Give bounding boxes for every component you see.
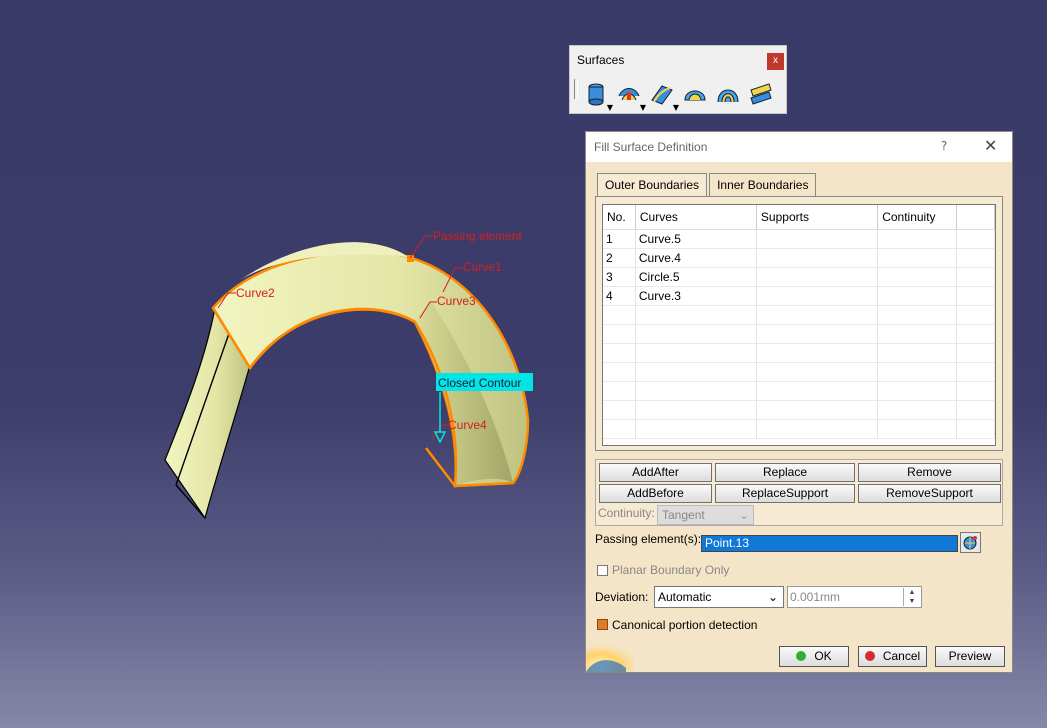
contour-marker-arrow bbox=[433, 431, 447, 444]
multi-section-surface-icon[interactable] bbox=[714, 80, 742, 108]
cancel-button[interactable]: Cancel bbox=[858, 646, 927, 667]
row-continuity bbox=[877, 286, 957, 306]
boundaries-table[interactable]: No. Curves Supports Continuity 1 Curve.5 bbox=[602, 204, 996, 446]
continuity-value: Tangent bbox=[662, 508, 705, 522]
ok-status-icon bbox=[796, 651, 807, 661]
boundary-tabs: Outer Boundaries Inner Boundaries bbox=[597, 173, 818, 197]
row-continuity bbox=[877, 248, 957, 268]
curve4-label: Curve4 bbox=[448, 418, 487, 432]
closed-contour-label: Closed Contour bbox=[438, 376, 521, 390]
tolerance-field: 0.001mm ▲ ▼ bbox=[787, 586, 922, 608]
preview-button[interactable]: Preview bbox=[935, 646, 1005, 667]
passing-element-label: Passing element bbox=[433, 229, 522, 243]
replace-support-button[interactable]: ReplaceSupport bbox=[715, 484, 855, 503]
empty-row bbox=[603, 419, 995, 439]
toolbar-close-button[interactable]: x bbox=[767, 53, 784, 70]
col-header-supports[interactable]: Supports bbox=[756, 205, 879, 230]
planar-boundary-checkbox[interactable] bbox=[597, 565, 608, 576]
deviation-value: Automatic bbox=[658, 590, 712, 604]
continuity-label: Continuity: bbox=[598, 506, 655, 520]
empty-row bbox=[603, 343, 995, 363]
row-support bbox=[756, 286, 879, 306]
row-continuity bbox=[877, 267, 957, 287]
tab-outer-boundaries[interactable]: Outer Boundaries bbox=[597, 173, 708, 197]
close-icon[interactable]: ✕ bbox=[984, 136, 997, 155]
empty-row bbox=[603, 381, 995, 401]
add-before-button[interactable]: AddBefore bbox=[599, 484, 712, 503]
passing-element-label: Passing element(s): bbox=[595, 532, 702, 546]
blend-surface-icon[interactable] bbox=[747, 80, 775, 108]
chevron-down-icon: ⌄ bbox=[767, 590, 778, 604]
globe-point-icon bbox=[963, 536, 977, 550]
canonical-portion-checkbox[interactable] bbox=[597, 619, 608, 630]
col-header-continuity[interactable]: Continuity bbox=[877, 205, 957, 230]
row-support bbox=[756, 229, 879, 249]
row-curve: Curve.3 bbox=[635, 286, 757, 306]
ok-label: OK bbox=[814, 649, 832, 663]
table-row[interactable]: 4 Curve.3 bbox=[603, 286, 995, 306]
remove-support-button[interactable]: RemoveSupport bbox=[858, 484, 1001, 503]
row-curve: Circle.5 bbox=[635, 267, 757, 287]
boundary-actions-panel: AddAfter Replace Remove AddBefore Replac… bbox=[595, 459, 1003, 526]
help-button[interactable]: ? bbox=[941, 139, 947, 153]
col-header-curves[interactable]: Curves bbox=[635, 205, 757, 230]
toolbar-grip[interactable] bbox=[574, 79, 578, 99]
col-header-empty bbox=[956, 205, 995, 230]
fill-surface-dialog: Fill Surface Definition ? ✕ Outer Bounda… bbox=[585, 131, 1013, 673]
chevron-down-icon: ⌄ bbox=[738, 508, 749, 522]
row-no: 2 bbox=[603, 248, 636, 268]
col-header-no[interactable]: No. bbox=[603, 205, 636, 230]
curve1-label: Curve1 bbox=[463, 260, 502, 274]
tolerance-spinner: ▲ ▼ bbox=[903, 588, 920, 606]
passing-element-field[interactable]: Point.13 bbox=[701, 535, 958, 552]
empty-row bbox=[603, 362, 995, 382]
canonical-portion-label: Canonical portion detection bbox=[612, 618, 758, 632]
row-curve: Curve.4 bbox=[635, 248, 757, 268]
ok-button[interactable]: OK bbox=[779, 646, 849, 667]
continuity-select: Tangent ⌄ bbox=[657, 505, 754, 525]
deviation-label: Deviation: bbox=[595, 590, 649, 604]
cancel-label: Cancel bbox=[882, 649, 921, 663]
empty-row bbox=[603, 400, 995, 420]
fill-surface-icon[interactable] bbox=[681, 80, 709, 108]
sweep-surface-icon[interactable]: ▼ bbox=[648, 80, 679, 112]
row-no: 1 bbox=[603, 229, 636, 249]
empty-row bbox=[603, 324, 995, 344]
catia-logo-icon bbox=[586, 644, 634, 672]
add-after-button[interactable]: AddAfter bbox=[599, 463, 712, 482]
curve3-label: Curve3 bbox=[437, 294, 476, 308]
replace-button[interactable]: Replace bbox=[715, 463, 855, 482]
toolbar-title: Surfaces bbox=[577, 53, 625, 67]
planar-boundary-label: Planar Boundary Only bbox=[612, 563, 730, 577]
dialog-titlebar[interactable]: Fill Surface Definition ? ✕ bbox=[586, 132, 1012, 162]
cancel-status-icon bbox=[864, 651, 875, 661]
dialog-title: Fill Surface Definition bbox=[594, 140, 708, 154]
deviation-select[interactable]: Automatic ⌄ bbox=[654, 586, 784, 608]
passing-point[interactable] bbox=[407, 255, 414, 262]
offset-surface-icon[interactable]: ▼ bbox=[615, 80, 646, 112]
outer-boundaries-panel: No. Curves Supports Continuity 1 Curve.5 bbox=[595, 196, 1003, 451]
tolerance-value: 0.001mm bbox=[790, 590, 841, 604]
row-curve: Curve.5 bbox=[635, 229, 757, 249]
empty-row bbox=[603, 305, 995, 325]
point-picker-button[interactable] bbox=[960, 532, 981, 553]
table-row[interactable]: 3 Circle.5 bbox=[603, 267, 995, 287]
extrude-surface-icon[interactable]: ▼ bbox=[582, 80, 613, 112]
remove-button[interactable]: Remove bbox=[858, 463, 1001, 482]
table-row[interactable]: 2 Curve.4 bbox=[603, 248, 995, 268]
row-no: 4 bbox=[603, 286, 636, 306]
tab-inner-boundaries[interactable]: Inner Boundaries bbox=[709, 173, 817, 196]
table-row[interactable]: 1 Curve.5 bbox=[603, 229, 995, 249]
surfaces-toolbar: Surfaces x ▼ ▼ ▼ bbox=[569, 45, 787, 114]
leader-passing bbox=[409, 235, 433, 259]
row-support bbox=[756, 267, 879, 287]
row-continuity bbox=[877, 229, 957, 249]
curve2-label: Curve2 bbox=[236, 286, 275, 300]
row-support bbox=[756, 248, 879, 268]
row-no: 3 bbox=[603, 267, 636, 287]
